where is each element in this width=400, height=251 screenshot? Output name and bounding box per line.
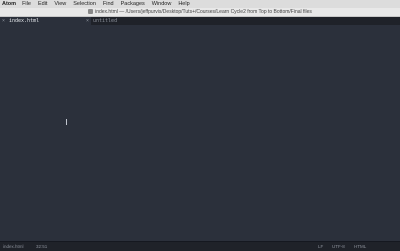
close-icon[interactable]: × (86, 17, 89, 25)
tab-label: index.html (9, 18, 40, 24)
menu-selection[interactable]: Selection (73, 1, 96, 7)
app-menu[interactable]: Atom (2, 1, 16, 7)
window-title-wrap: index.html — /Users/jeffpurvis/Desktop/T… (0, 9, 400, 15)
text-cursor (66, 119, 67, 125)
window-title: index.html — /Users/jeffpurvis/Desktop/T… (95, 9, 312, 15)
menu-window[interactable]: Window (152, 1, 172, 7)
status-encoding[interactable]: UTF-8 (332, 244, 345, 249)
menu-help[interactable]: Help (178, 1, 189, 7)
code-editor[interactable] (0, 25, 400, 241)
tab-untitled[interactable]: × untitled (84, 17, 173, 25)
status-cursor-position[interactable]: 32:51 (36, 244, 47, 249)
status-line-ending[interactable]: LF (318, 244, 323, 249)
menu-bar: Atom File Edit View Selection Find Packa… (0, 0, 400, 8)
status-grammar[interactable]: HTML (354, 244, 366, 249)
title-bar: index.html — /Users/jeffpurvis/Desktop/T… (0, 8, 400, 17)
menu-packages[interactable]: Packages (121, 1, 145, 7)
close-icon[interactable]: × (2, 17, 5, 25)
menu-edit[interactable]: Edit (38, 1, 47, 7)
menu-file[interactable]: File (22, 1, 31, 7)
menu-find[interactable]: Find (103, 1, 114, 7)
tab-bar: × index.html × untitled (0, 17, 400, 25)
tab-index-html[interactable]: × index.html (0, 17, 91, 25)
tab-label: untitled (93, 18, 118, 24)
status-file[interactable]: index.html (3, 244, 24, 249)
menu-view[interactable]: View (54, 1, 66, 7)
file-proxy-icon (88, 9, 94, 14)
